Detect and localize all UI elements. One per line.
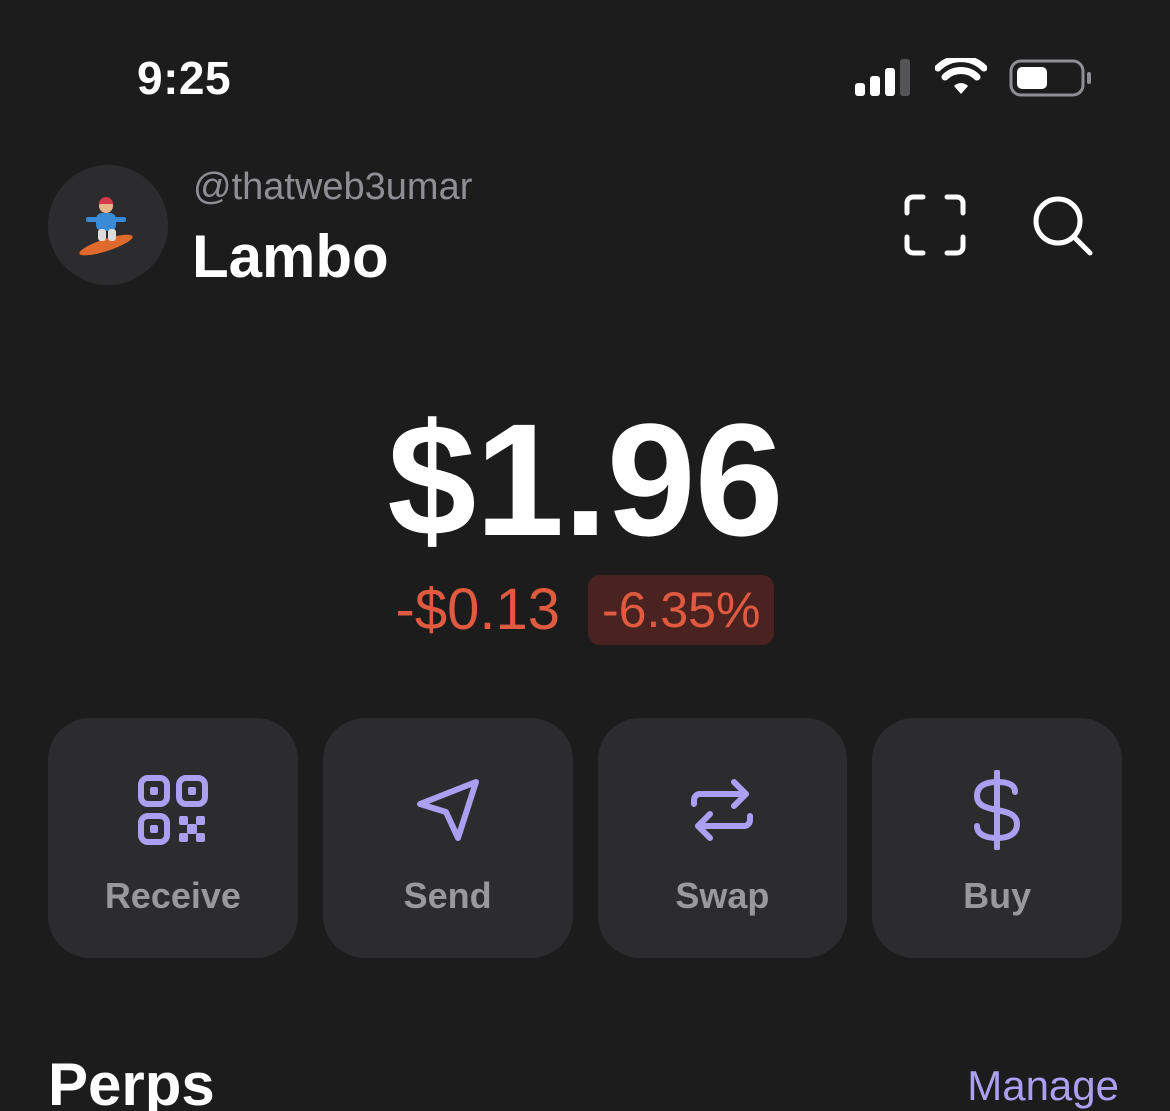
change-amount: -$0.13 bbox=[395, 577, 561, 642]
buy-button[interactable]: Buy bbox=[872, 718, 1122, 958]
account-name[interactable]: Lambo bbox=[192, 222, 389, 292]
status-time: 9:25 bbox=[137, 52, 232, 104]
search-icon bbox=[1033, 196, 1093, 256]
scan-button[interactable] bbox=[900, 190, 970, 260]
send-label: Send bbox=[403, 875, 492, 916]
change-percent-badge: -6.35% bbox=[588, 575, 775, 645]
snowboarder-avatar-icon bbox=[79, 197, 133, 256]
manage-link[interactable]: Manage bbox=[967, 1060, 1119, 1111]
total-balance: $1.96 bbox=[387, 390, 783, 569]
scan-icon bbox=[904, 194, 966, 256]
qr-code-icon bbox=[137, 775, 208, 845]
swap-icon bbox=[691, 779, 754, 841]
perps-section-title: Perps bbox=[48, 1051, 215, 1111]
receive-label: Receive bbox=[104, 875, 241, 916]
cellular-signal-icon bbox=[855, 59, 910, 96]
swap-label: Swap bbox=[675, 875, 770, 916]
balance-change: -$0.13 -6.35% bbox=[0, 575, 1170, 645]
avatar[interactable] bbox=[48, 165, 168, 285]
swap-button[interactable]: Swap bbox=[597, 718, 848, 958]
receive-button[interactable]: Receive bbox=[48, 718, 298, 958]
action-buttons: Receive Send Swap Buy bbox=[48, 718, 1122, 958]
battery-icon bbox=[1009, 59, 1091, 97]
wifi-icon bbox=[935, 58, 987, 94]
send-icon bbox=[416, 779, 479, 841]
search-button[interactable] bbox=[1027, 190, 1097, 260]
buy-label: Buy bbox=[963, 875, 1032, 916]
send-button[interactable]: Send bbox=[322, 718, 573, 958]
account-handle[interactable]: @thatweb3umar bbox=[193, 165, 472, 209]
dollar-icon bbox=[974, 770, 1021, 850]
